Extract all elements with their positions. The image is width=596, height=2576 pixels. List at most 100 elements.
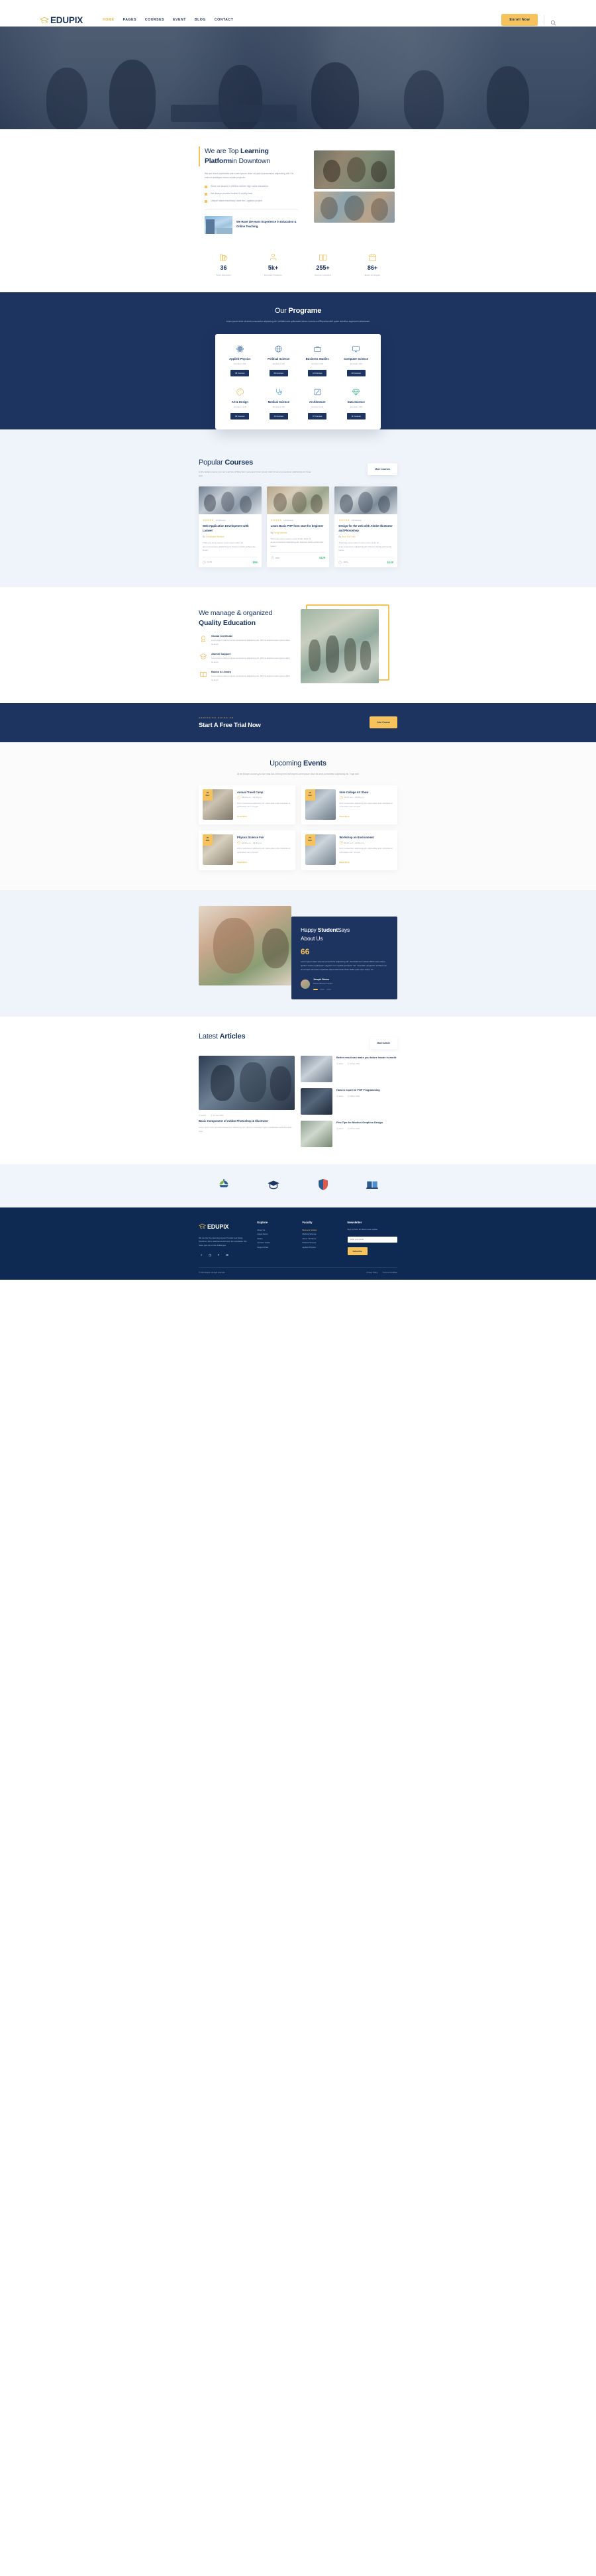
event-card[interactable]: 18 Jan Inter-College Art Show 09.00 a.m. … <box>301 785 397 825</box>
students-icon <box>248 252 298 262</box>
program-card[interactable]: Art & Design Enrolled 1 120 09 Courses <box>223 386 257 420</box>
carousel-dot[interactable] <box>313 988 318 990</box>
palette-icon <box>224 386 256 398</box>
behance-icon[interactable]: ⊞ <box>224 1253 230 1258</box>
program-card[interactable]: Computer Science Enrolled 1 265 20 Cours… <box>340 343 373 377</box>
program-courses-button[interactable]: 07 Courses <box>308 412 327 420</box>
topbar <box>0 0 596 13</box>
program-courses-button[interactable]: 08 Courses <box>230 369 250 376</box>
brand-logo[interactable]: EDUPIX <box>40 15 83 25</box>
events-subtitle: At the Edupix courses you can read lots … <box>236 772 360 775</box>
course-title: Web Application Development with Laravel <box>203 524 249 532</box>
article-side-card[interactable]: How to expert in PHP Programming ⦿ admin… <box>301 1088 397 1115</box>
carousel-dot[interactable] <box>320 988 324 990</box>
event-date-badge: 18 Jan <box>305 789 315 801</box>
newsletter-email-input[interactable] <box>347 1236 397 1243</box>
course-card[interactable]: ★★★★★ 110 Review Learn Basic PHP form st… <box>266 486 330 567</box>
footer-link[interactable]: Applied Physics <box>302 1245 340 1250</box>
event-read-more-link[interactable]: Read More <box>340 861 350 864</box>
program-courses-button[interactable]: 11 Courses <box>346 412 366 420</box>
course-card[interactable]: ★★★★★ 176 Review Web Application Develop… <box>199 486 262 567</box>
program-meta: Enrolled 1 206 <box>311 362 324 365</box>
course-image <box>266 486 330 515</box>
search-icon[interactable] <box>550 17 556 25</box>
enroll-now-button[interactable]: Enroll Now <box>501 14 538 26</box>
carousel-dots[interactable] <box>313 988 332 990</box>
event-date-badge: 30 Dec <box>203 789 213 801</box>
course-card[interactable]: ★★★★★ 242 Review Design for the web with… <box>334 486 397 567</box>
facebook-icon[interactable]: f <box>199 1253 204 1258</box>
course-reviews: 176 Review <box>215 518 226 522</box>
program-card[interactable]: Medical Science Enrolled 1 165 14 Course… <box>262 386 296 420</box>
nav-item-event[interactable]: EVENT <box>173 18 186 22</box>
course-reviews: 110 Review <box>283 518 293 522</box>
event-read-more-link[interactable]: Read More <box>237 861 247 864</box>
experience-card: We Have 15+years Experience in Education… <box>205 209 298 234</box>
article-main-card[interactable]: ⦿ admin ⦿ 12 Nov 2021 Basic Component of… <box>199 1055 295 1147</box>
quality-item: Alumni Support Lorem ipsum dolor sit amet… <box>199 652 291 664</box>
program-courses-button[interactable]: 06 Courses <box>269 369 288 376</box>
program-courses-button[interactable]: 14 Courses <box>269 412 288 420</box>
event-description: Enim consectetur adipisicing elit. natus… <box>237 847 291 854</box>
program-card[interactable]: Business Studies Enrolled 1 206 12 Cours… <box>301 343 334 377</box>
event-read-more-link[interactable]: Read More <box>340 815 350 818</box>
nav-item-home[interactable]: HOME <box>103 18 115 22</box>
program-section: Our Programe Lorem ipsum dolor sit amet,… <box>0 292 596 459</box>
events-title: Upcoming Events <box>0 759 596 767</box>
nav-item-courses[interactable]: COURSES <box>145 18 164 22</box>
footer-logo[interactable]: EDUPIX <box>198 1221 250 1233</box>
footer-link[interactable]: Support Plan <box>257 1245 295 1250</box>
course-students: 1824 <box>338 560 348 564</box>
program-courses-button[interactable]: 12 Courses <box>308 369 327 376</box>
footer-description: We are the Top Learning Center Provider … <box>199 1236 247 1247</box>
article-admin: ⦿ admin <box>199 1113 207 1117</box>
carousel-dot[interactable] <box>326 988 331 990</box>
event-card[interactable]: 30 Dec Annual Travel Camp 08.00 a.m. - 04… <box>199 785 295 825</box>
article-side-card[interactable]: Better result can make you future leader… <box>301 1055 397 1082</box>
program-meta: Enrolled 1 265 <box>350 362 362 365</box>
event-time: 09.00 a.m. - 05.00 p.m. <box>339 795 394 799</box>
about-images <box>305 146 397 234</box>
join-course-button[interactable]: Join Course <box>370 716 397 729</box>
course-rating: ★★★★★ 110 Review <box>271 518 326 522</box>
program-meta: Enrolled 1 198 <box>350 405 362 408</box>
quality-heading: Books & Library <box>211 670 232 674</box>
course-description: There are some reason Lorem ipsum dolor … <box>203 541 256 552</box>
article-side-title: Better result can make you future leader… <box>336 1055 397 1059</box>
program-courses-button[interactable]: 09 Courses <box>230 412 250 420</box>
more-courses-button[interactable]: More Courses <box>368 463 397 475</box>
more-article-button[interactable]: More Article <box>370 1036 397 1049</box>
cta-kicker: ADMISSION GOING ON <box>199 716 234 719</box>
quality-heading: Alumni Support <box>211 652 231 656</box>
program-card[interactable]: Data Science Enrolled 1 198 11 Courses <box>340 386 373 420</box>
terms-condition-link[interactable]: Terms & Condition <box>383 1272 397 1274</box>
testimonial-text: Lorem ipsum dolor sit amet,consectetur a… <box>301 960 387 971</box>
brand-leaf-icon <box>217 1178 231 1194</box>
newsletter-subscribe-button[interactable]: Subscribe <box>347 1247 368 1256</box>
event-card[interactable]: 05 Feb Physics Science Fair 10.00 a.m. - … <box>199 830 295 871</box>
event-read-more-link[interactable]: Read More <box>237 815 247 818</box>
quality-title-plain: We manage & organized <box>199 608 273 617</box>
program-courses-button[interactable]: 20 Courses <box>346 369 366 376</box>
clock-icon <box>237 841 240 845</box>
articles-section: Latest Articles More Article ⦿ admin ⦿ 1… <box>0 1016 596 1164</box>
quote-mark-icon: 66 <box>301 946 310 956</box>
nav-item-pages[interactable]: PAGES <box>123 18 136 22</box>
event-time: 10.00 a.m. - 03.00 p.m. <box>237 841 291 845</box>
course-price: $149 <box>387 560 393 564</box>
event-card[interactable]: 22 Feb Workshop on Environment 08.30 a.m.… <box>301 830 397 871</box>
article-side-card[interactable]: Few Tips for Modern Graphics Design ⦿ ad… <box>301 1120 397 1147</box>
experience-text: We Have 15+years Experience in Education… <box>236 220 297 229</box>
instagram-icon[interactable]: ◳ <box>207 1253 213 1258</box>
program-card[interactable]: Architecture Enrolled 1 142 07 Courses <box>301 386 334 420</box>
star-rating-icon: ★★★★★ <box>203 518 214 522</box>
nav-item-blog[interactable]: BLOG <box>195 18 206 22</box>
program-title-plain: Our <box>274 306 289 315</box>
privacy-policy-link[interactable]: Privacy Policy <box>367 1272 378 1274</box>
about-section: We are Top Learning Platformin Downtown … <box>0 129 596 246</box>
nav-item-contact[interactable]: CONTACT <box>215 18 233 22</box>
students-small-icon <box>338 560 342 564</box>
program-card[interactable]: Political Science Enrolled 1 182 06 Cour… <box>262 343 296 377</box>
twitter-icon[interactable]: ✦ <box>216 1253 221 1258</box>
program-card[interactable]: Applied Physics Enrolled 1 136 08 Course… <box>223 343 257 377</box>
